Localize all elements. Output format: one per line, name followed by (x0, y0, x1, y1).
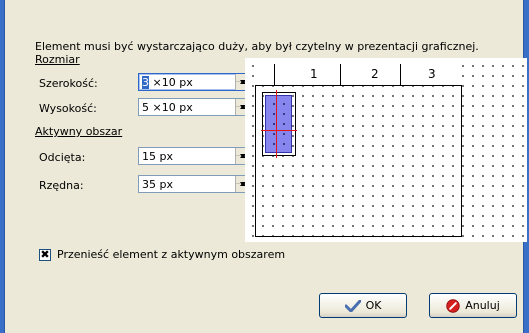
column-header: 1 2 3 (255, 64, 462, 86)
ok-button[interactable]: OK (319, 293, 407, 318)
width-spinbox[interactable]: 3 ×10 px (138, 73, 250, 91)
height-spinbox[interactable]: 5 ×10 px (138, 98, 250, 116)
column-divider (400, 64, 401, 85)
height-value[interactable]: 5 ×10 px (142, 101, 193, 114)
x-spinbox[interactable]: 15 px (138, 147, 250, 165)
active-point-horizontal (261, 130, 297, 131)
cancel-icon (446, 298, 460, 313)
y-value[interactable]: 35 px (142, 178, 173, 191)
x-label: Odcięta: (39, 151, 86, 164)
x-value[interactable]: 15 px (142, 150, 173, 163)
y-spinbox[interactable]: 35 px (138, 175, 250, 193)
y-label: Rzędna: (39, 179, 84, 192)
intro-text: Element musi być wystarczająco duży, aby… (35, 40, 479, 53)
cancel-label: Anuluj (465, 299, 500, 312)
ok-label: OK (365, 299, 382, 312)
column-divider (274, 64, 275, 85)
column-divider (340, 64, 341, 85)
width-label: Szerokość: (39, 77, 98, 90)
height-label: Wysokość: (39, 102, 97, 115)
move-with-active-checkbox[interactable]: ✖ (39, 248, 51, 261)
move-with-active-option[interactable]: ✖ Przenieść element z aktywnym obszarem (39, 248, 285, 261)
column-number: 1 (310, 67, 318, 81)
element-preview-canvas[interactable]: 1 2 3 (245, 58, 527, 242)
check-icon (344, 299, 361, 312)
active-point-vertical (276, 90, 277, 158)
cancel-button[interactable]: Anuluj (429, 293, 517, 318)
element-block[interactable] (265, 95, 292, 153)
width-value[interactable]: 3 ×10 px (142, 76, 193, 89)
dialog-window: Element musi być wystarczająco duży, aby… (4, 0, 527, 333)
move-with-active-label: Przenieść element z aktywnym obszarem (57, 248, 286, 261)
size-section-title: Rozmiar (35, 53, 80, 66)
active-area-section-title: Aktywny obszar (35, 125, 123, 138)
column-number: 2 (371, 67, 379, 81)
column-number: 3 (428, 67, 436, 81)
